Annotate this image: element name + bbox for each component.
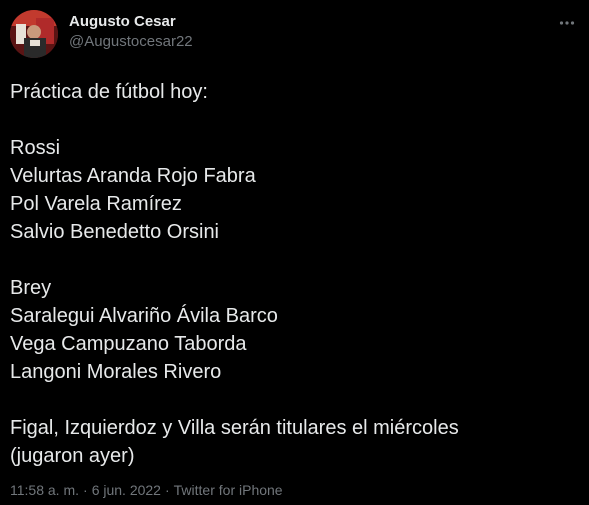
tweet-card: Augusto Cesar @Augustocesar22 Práctica d…: [0, 0, 589, 505]
tweet-line: Velurtas Aranda Rojo Fabra: [10, 165, 256, 187]
meta-separator: ·: [164, 482, 170, 498]
tweet-line: Saralegui Alvariño Ávila Barco: [10, 305, 278, 327]
tweet-date[interactable]: 6 jun. 2022: [92, 482, 161, 498]
tweet-time[interactable]: 11:58 a. m.: [10, 482, 79, 498]
tweet-line: (jugaron ayer): [10, 445, 135, 467]
avatar[interactable]: [10, 10, 58, 58]
tweet-source[interactable]: Twitter for iPhone: [174, 482, 283, 498]
tweet-line: Pol Varela Ramírez: [10, 193, 182, 215]
avatar-image: [10, 10, 58, 58]
tweet-line: Langoni Morales Rivero: [10, 361, 222, 383]
tweet-line: Práctica de fútbol hoy:: [10, 81, 208, 103]
author-handle[interactable]: @Augustocesar22: [69, 33, 193, 50]
more-options-icon: [559, 21, 575, 25]
more-options-button[interactable]: [552, 8, 582, 38]
tweet-line: Rossi: [10, 137, 61, 159]
tweet-line: Figal, Izquierdoz y Villa serán titulare…: [10, 417, 459, 439]
author-name[interactable]: Augusto Cesar: [69, 13, 176, 30]
tweet-meta: 11:58 a. m. · 6 jun. 2022 · Twitter for iPho…: [10, 482, 283, 498]
tweet-line: Salvio Benedetto Orsini: [10, 221, 220, 243]
meta-separator: ·: [83, 482, 88, 498]
tweet-line: Vega Campuzano Taborda: [10, 333, 247, 355]
tweet-line: Brey: [10, 277, 52, 299]
tweet-text: Práctica de fútbol hoy: Rossi Velurtas A…: [10, 78, 580, 470]
